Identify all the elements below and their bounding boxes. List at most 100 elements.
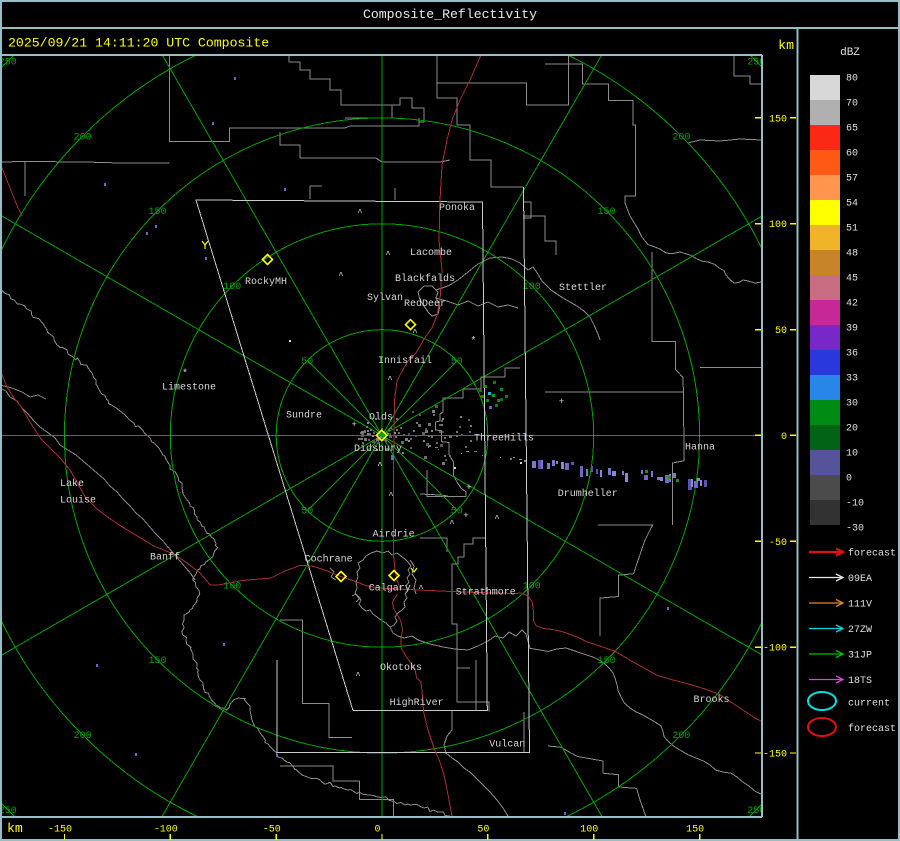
svg-text:150: 150	[148, 656, 166, 667]
svg-text:^: ^	[412, 328, 417, 338]
svg-text:0: 0	[781, 432, 787, 443]
svg-text:Olds: Olds	[369, 412, 393, 424]
svg-text:forecast: forecast	[848, 548, 896, 560]
svg-text:18TS: 18TS	[848, 676, 872, 687]
svg-text:HighRiver: HighRiver	[390, 697, 444, 709]
svg-text:Drumheller: Drumheller	[558, 488, 618, 500]
svg-text:54: 54	[846, 199, 858, 210]
svg-text:50: 50	[451, 507, 463, 518]
svg-text:200: 200	[672, 132, 690, 143]
svg-text:09EA: 09EA	[848, 574, 872, 585]
svg-text:Innisfail: Innisfail	[378, 355, 432, 367]
svg-text:Strathmore: Strathmore	[456, 587, 516, 599]
svg-text:Sundre: Sundre	[286, 410, 322, 422]
svg-text:Sylvan: Sylvan	[367, 292, 403, 304]
svg-text:RockyMH: RockyMH	[245, 276, 287, 288]
svg-text:Hanna: Hanna	[685, 443, 715, 454]
svg-text:250: 250	[0, 806, 17, 817]
svg-text:^: ^	[449, 519, 454, 529]
svg-text:-30: -30	[846, 524, 864, 535]
svg-text:10: 10	[846, 449, 858, 460]
svg-text:^: ^	[377, 461, 382, 471]
svg-text:80: 80	[846, 74, 858, 85]
svg-text:Composite_Reflectivity: Composite_Reflectivity	[363, 7, 537, 22]
svg-text:100: 100	[580, 825, 598, 836]
svg-text:ThreeHills: ThreeHills	[474, 433, 534, 445]
svg-text:0: 0	[846, 474, 852, 485]
svg-text:100: 100	[223, 581, 241, 592]
svg-text:45: 45	[846, 274, 858, 285]
svg-text:-50: -50	[263, 825, 281, 836]
svg-text:+: +	[466, 483, 471, 493]
svg-text:20: 20	[846, 424, 858, 435]
svg-text:dBZ: dBZ	[840, 47, 860, 59]
svg-text:^: ^	[494, 514, 499, 524]
svg-text:250: 250	[0, 58, 17, 69]
svg-text:Ponoka: Ponoka	[439, 202, 475, 214]
svg-text:+: +	[559, 397, 564, 407]
svg-text:^: ^	[357, 208, 362, 218]
svg-text:50: 50	[301, 357, 313, 368]
svg-text:0: 0	[374, 825, 380, 836]
svg-text:2025/09/21 14:11:20 UTC Compos: 2025/09/21 14:11:20 UTC Composite	[8, 36, 269, 51]
svg-text:31JP: 31JP	[848, 651, 872, 662]
svg-text:150: 150	[597, 207, 615, 218]
svg-text:-10: -10	[846, 499, 864, 510]
svg-text:current: current	[848, 699, 890, 710]
svg-text:*: *	[182, 368, 188, 380]
svg-text:30: 30	[846, 399, 858, 410]
svg-text:200: 200	[74, 731, 92, 742]
svg-text:^: ^	[355, 671, 360, 681]
svg-text:^: ^	[385, 250, 390, 260]
svg-text:^: ^	[388, 491, 393, 501]
svg-text:70: 70	[846, 99, 858, 110]
svg-text:200: 200	[672, 731, 690, 742]
svg-text:-50: -50	[769, 538, 787, 549]
svg-text:65: 65	[846, 124, 858, 135]
svg-text:-150: -150	[763, 750, 787, 761]
svg-text:57: 57	[846, 174, 858, 185]
svg-text:150: 150	[769, 114, 787, 125]
svg-text:100: 100	[223, 282, 241, 293]
svg-text:Airdrie: Airdrie	[373, 529, 415, 541]
svg-text:Blackfalds: Blackfalds	[395, 273, 455, 285]
svg-text:39: 39	[846, 324, 858, 335]
svg-text:km: km	[778, 38, 794, 53]
svg-text:48: 48	[846, 249, 858, 260]
svg-text:Brooks: Brooks	[694, 694, 730, 706]
svg-text:42: 42	[846, 299, 858, 310]
svg-text:27ZW: 27ZW	[848, 625, 872, 636]
svg-text:150: 150	[148, 207, 166, 218]
svg-text:RedDeer: RedDeer	[404, 298, 446, 310]
svg-text:36: 36	[846, 349, 858, 360]
svg-text:^: ^	[387, 375, 392, 385]
svg-text:Lacombe: Lacombe	[410, 247, 452, 259]
svg-text:^: ^	[418, 584, 423, 594]
svg-text:Vulcan: Vulcan	[489, 738, 525, 750]
svg-text:-100: -100	[154, 825, 178, 836]
svg-text:100: 100	[523, 581, 541, 592]
svg-text:50: 50	[775, 326, 787, 337]
svg-text:km: km	[7, 821, 23, 836]
svg-text:111V: 111V	[848, 600, 872, 611]
svg-text:Lake: Lake	[60, 478, 84, 490]
svg-text:100: 100	[523, 282, 541, 293]
svg-text:Louise: Louise	[60, 495, 96, 507]
svg-text:150: 150	[597, 656, 615, 667]
svg-text:Stettler: Stettler	[559, 282, 607, 294]
svg-text:200: 200	[74, 132, 92, 143]
svg-text:50: 50	[301, 507, 313, 518]
svg-text:forecast: forecast	[848, 723, 896, 735]
svg-text:Okotoks: Okotoks	[380, 662, 422, 674]
svg-text:60: 60	[846, 149, 858, 160]
svg-text:Calgary: Calgary	[369, 583, 411, 595]
svg-text:-150: -150	[48, 825, 72, 836]
svg-text:Banff: Banff	[150, 552, 180, 564]
svg-text:+: +	[463, 511, 468, 521]
svg-text:-100: -100	[763, 644, 787, 655]
svg-text:Didsbury: Didsbury	[354, 443, 402, 455]
svg-text:*: *	[470, 336, 476, 348]
svg-text:50: 50	[451, 357, 463, 368]
svg-text:^: ^	[338, 271, 343, 281]
svg-text:Cochrane: Cochrane	[305, 554, 353, 566]
